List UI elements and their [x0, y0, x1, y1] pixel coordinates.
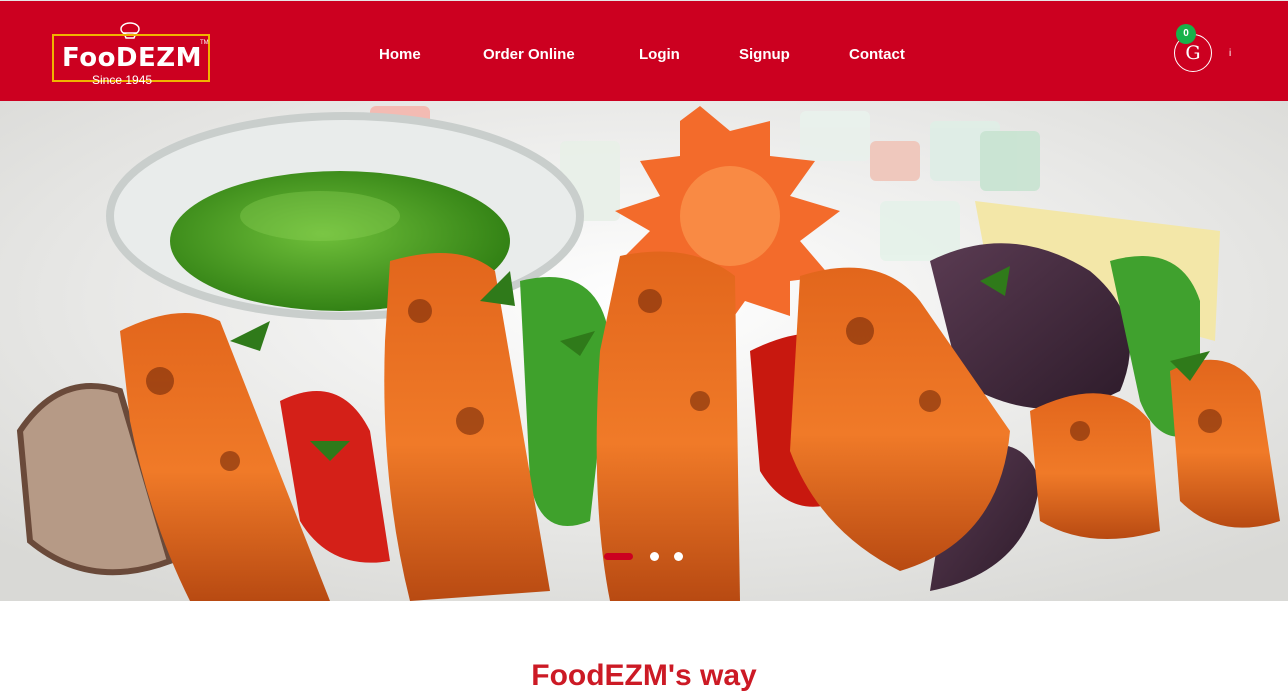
nav-login[interactable]: Login: [639, 45, 680, 65]
carousel-dot[interactable]: [650, 552, 659, 561]
section-heading: FoodEZM's way: [531, 658, 757, 692]
brand-logo[interactable]: FooDEZM TM Since 1945: [52, 20, 214, 87]
cart-count-badge: 0: [1176, 24, 1196, 44]
site-header: FooDEZM TM Since 1945 Home Order Online …: [0, 0, 1288, 101]
nav-home[interactable]: Home: [379, 45, 421, 65]
nav-signup[interactable]: Signup: [739, 45, 790, 65]
more-menu-icon[interactable]: i: [1229, 48, 1231, 59]
nav-order-online[interactable]: Order Online: [483, 45, 575, 65]
hero-carousel[interactable]: [0, 101, 1288, 601]
carousel-dot-active[interactable]: [604, 553, 633, 560]
brand-tagline: Since 1945: [92, 73, 153, 87]
brand-name: FooDEZM: [62, 43, 202, 73]
trademark: TM: [200, 40, 209, 46]
nav-contact[interactable]: Contact: [849, 45, 905, 65]
carousel-dot[interactable]: [674, 552, 683, 561]
hero-food-image: [0, 101, 1288, 601]
